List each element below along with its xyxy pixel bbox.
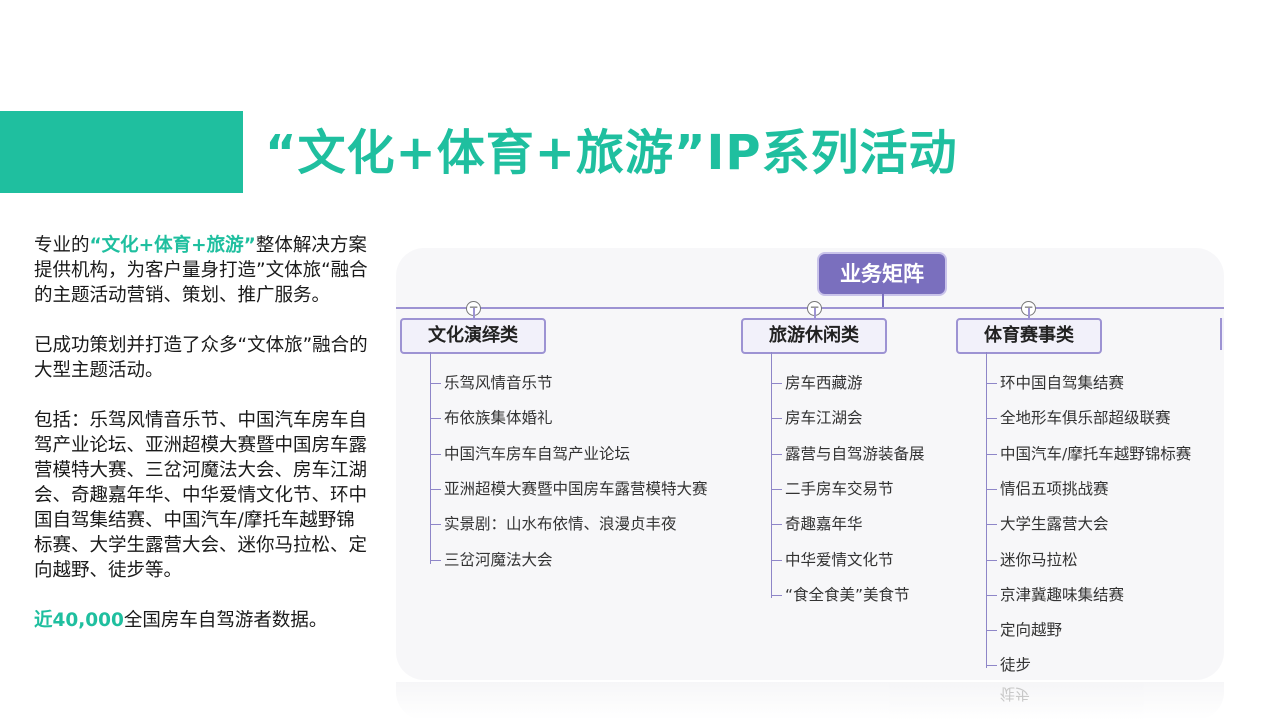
- title-accent-bar: [0, 111, 243, 193]
- leaf-item: 京津冀趣味集结赛: [985, 586, 1125, 604]
- leaf-item: 房车西藏游: [771, 374, 863, 392]
- business-matrix-mindmap: 业务矩阵 − 文化演绎类 乐驾风情音乐节 布依族集体婚礼 中国汽车房车自驾产业论…: [396, 248, 1224, 680]
- leaf-item: 迷你马拉松: [986, 551, 1078, 569]
- leaf-item: 三岔河魔法大会: [430, 551, 553, 569]
- leaf-item: 徒步: [985, 656, 1032, 674]
- leaf-item: 布依族集体婚礼: [430, 409, 553, 427]
- leaf-item: 定向越野: [985, 621, 1063, 639]
- mindmap-root-node[interactable]: 业务矩阵: [819, 254, 945, 294]
- leaf-item: 中国汽车/摩托车越野锦标赛: [985, 445, 1192, 463]
- leaf-item: 乐驾风情音乐节: [430, 374, 553, 392]
- category-node-sports[interactable]: 体育赛事类: [956, 318, 1102, 354]
- leaf-item: 环中国自驾集结赛: [985, 374, 1125, 392]
- intro-p1-highlight: “文化+体育+旅游”: [89, 235, 256, 256]
- leaf-item: 中华爱情文化节: [771, 551, 894, 569]
- leaf-item: 房车江湖会: [771, 409, 863, 427]
- leaf-item: 情侣五项挑战赛: [986, 480, 1109, 498]
- page-title: “文化+体育+旅游”IP系列活动: [265, 125, 958, 181]
- leaf-item: 亚洲超模大赛暨中国房车露营模特大赛: [430, 480, 708, 498]
- intro-p4-post: 全国房车自驾游者数据。: [123, 610, 328, 631]
- category-node-culture[interactable]: 文化演绎类: [400, 318, 546, 354]
- leaf-item: 大学生露营大会: [986, 515, 1109, 533]
- leaf-item: 中国汽车房车自驾产业论坛: [429, 445, 631, 463]
- offscreen-category-node: [1220, 318, 1224, 350]
- leaf-item: 奇趣嘉年华: [771, 515, 863, 533]
- intro-p4-highlight: 近40,000: [34, 610, 124, 631]
- intro-paragraph-2: 已成功策划并打造了众多“文体旅”融合的大型主题活动。: [34, 335, 368, 381]
- leaf-item: “食全食美”美食节: [771, 586, 910, 604]
- category-node-tourism[interactable]: 旅游休闲类: [741, 318, 887, 354]
- leaf-item: 露营与自驾游装备展: [771, 445, 925, 463]
- reflection-text: 徒步: [1000, 685, 1031, 703]
- intro-text: 专业的“文化+体育+旅游”整体解决方案提供机构，为客户量身打造”文体旅“融合的主…: [34, 233, 368, 658]
- leaf-item: 实景剧：山水布依情、浪漫贞丰夜: [430, 515, 677, 533]
- leaf-item: 二手房车交易节: [771, 480, 894, 498]
- category-tree-line: [771, 352, 772, 598]
- category-tree-line: [986, 352, 987, 668]
- leaf-item: 全地形车俱乐部超级联赛: [986, 409, 1171, 427]
- intro-paragraph-1: 专业的“文化+体育+旅游”整体解决方案提供机构，为客户量身打造”文体旅“融合的主…: [34, 233, 368, 308]
- intro-paragraph-3: 包括：乐驾风情音乐节、中国汽车房车自驾产业论坛、亚洲超模大赛暨中国房车露营模特大…: [34, 410, 368, 581]
- intro-paragraph-4: 近40,000全国房车自驾游者数据。: [34, 608, 368, 633]
- root-connector: [882, 294, 884, 308]
- intro-p1-pre: 专业的: [34, 235, 90, 256]
- mindmap-reflection: 徒步: [396, 682, 1224, 720]
